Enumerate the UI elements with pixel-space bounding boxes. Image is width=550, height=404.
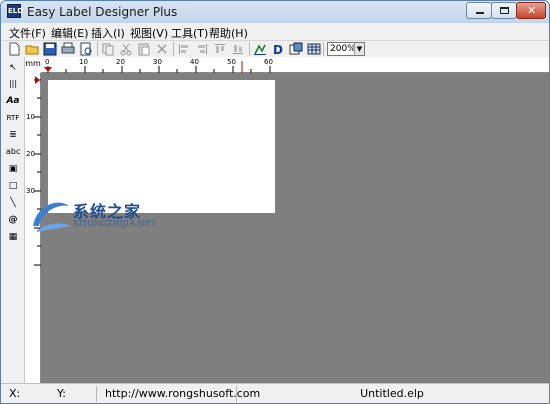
horizontal-ruler: 0 10 20 30 40 50 60 (41, 57, 549, 73)
ruler-tick-label: 20 (116, 58, 125, 66)
menu-insert[interactable]: 插入(I) (91, 25, 125, 41)
ruler-unit: mm (25, 57, 41, 73)
ruler-tick-label: 60 (264, 58, 273, 66)
ruler-tick-label: 20 (26, 150, 35, 158)
barcode-tool[interactable]: ||| (6, 77, 20, 91)
curved-text-tool[interactable]: abc (6, 145, 20, 159)
close-button[interactable]: ✕ (516, 2, 546, 19)
align-top-icon[interactable] (213, 42, 227, 56)
select-pointer-tool[interactable]: ↖ (6, 61, 20, 75)
toolbar-separator (97, 42, 98, 56)
menu-view[interactable]: 视图(V) (130, 25, 168, 41)
toolbar-separator (173, 42, 174, 56)
status-website: http://www.rongshusoft.com (99, 386, 260, 402)
app-window: ELD Easy Label Designer Plus ✕ 文件(F) 编辑(… (0, 0, 550, 404)
ruler-tick-label: 30 (26, 187, 35, 195)
copy-icon[interactable] (101, 42, 115, 56)
line-tool[interactable]: ╲ (6, 196, 20, 210)
maximize-icon (500, 7, 509, 14)
watermark-subtitle: XITONGZHIJIA.NET (73, 219, 156, 228)
tool-palette: ↖ ||| Aa RTF ≣ abc ▣ □ ╲ @ ▦ (1, 57, 25, 383)
main-toolbar: D 200% ▼ (1, 41, 549, 57)
cut-icon[interactable] (119, 42, 133, 56)
ruler-tick-label: 10 (26, 113, 35, 121)
zoom-value: 200% (330, 44, 356, 54)
label-design-icon[interactable] (253, 42, 267, 56)
ruler-tick-label: 0 (45, 58, 50, 66)
align-bottom-icon[interactable] (231, 42, 245, 56)
menu-edit[interactable]: 编辑(E) (51, 25, 89, 41)
label-canvas-page[interactable] (48, 80, 275, 213)
align-right-icon[interactable] (195, 42, 209, 56)
status-bar: X: 52.60 Y: 31.60 http://www.rongshusoft… (1, 383, 549, 403)
minimize-icon (476, 12, 484, 14)
svg-text:D: D (273, 43, 283, 56)
matrix-barcode-tool[interactable]: ▦ (6, 230, 20, 244)
text-tool[interactable]: Aa (6, 94, 20, 108)
close-icon: ✕ (527, 4, 537, 17)
ruler-tick-label: 50 (227, 58, 236, 66)
menu-tools[interactable]: 工具(T) (171, 25, 208, 41)
rtf-text-tool[interactable]: RTF (6, 111, 20, 125)
toolbar-separator (249, 42, 250, 56)
menu-file[interactable]: 文件(F) (9, 25, 46, 41)
minimize-button[interactable] (466, 2, 492, 19)
ruler-tick-label: 10 (79, 58, 88, 66)
rectangle-tool[interactable]: □ (6, 179, 20, 193)
database-icon[interactable]: D (271, 42, 285, 56)
new-file-icon[interactable] (7, 42, 21, 56)
zoom-dropdown[interactable]: 200% ▼ (327, 42, 365, 56)
watermark-logo-icon (33, 202, 71, 232)
status-x-coordinate: X: 52.60 (9, 387, 21, 400)
save-icon[interactable] (43, 42, 57, 56)
toolbar-separator (323, 42, 324, 56)
align-left-icon[interactable] (177, 42, 191, 56)
properties-icon[interactable] (289, 42, 303, 56)
print-preview-icon[interactable] (79, 42, 93, 56)
ruler-tick-label: 30 (153, 58, 162, 66)
grid-table-icon[interactable] (307, 42, 321, 56)
site-watermark: 系统之家 XITONGZHIJIA.NET (29, 196, 179, 236)
status-y-coordinate: Y: 31.60 (51, 386, 97, 402)
status-filename: Untitled.elp (360, 387, 424, 400)
menu-help[interactable]: 帮助(H) (209, 25, 248, 41)
delete-icon[interactable] (155, 42, 169, 56)
chevron-down-icon[interactable]: ▼ (354, 43, 364, 55)
title-bar[interactable]: ELD Easy Label Designer Plus ✕ (1, 1, 549, 23)
paragraph-tool[interactable]: ≣ (6, 128, 20, 142)
paste-icon[interactable] (137, 42, 151, 56)
ruler-tick-label: 40 (190, 58, 199, 66)
at-symbol-tool[interactable]: @ (6, 213, 20, 227)
app-logo-icon: ELD (7, 4, 23, 18)
window-title: Easy Label Designer Plus (27, 5, 178, 19)
open-folder-icon[interactable] (25, 42, 39, 56)
print-icon[interactable] (61, 42, 75, 56)
maximize-button[interactable] (491, 2, 517, 19)
menu-bar: 文件(F) 编辑(E) 插入(I) 视图(V) 工具(T) 帮助(H) (1, 23, 549, 41)
image-tool[interactable]: ▣ (6, 162, 20, 176)
